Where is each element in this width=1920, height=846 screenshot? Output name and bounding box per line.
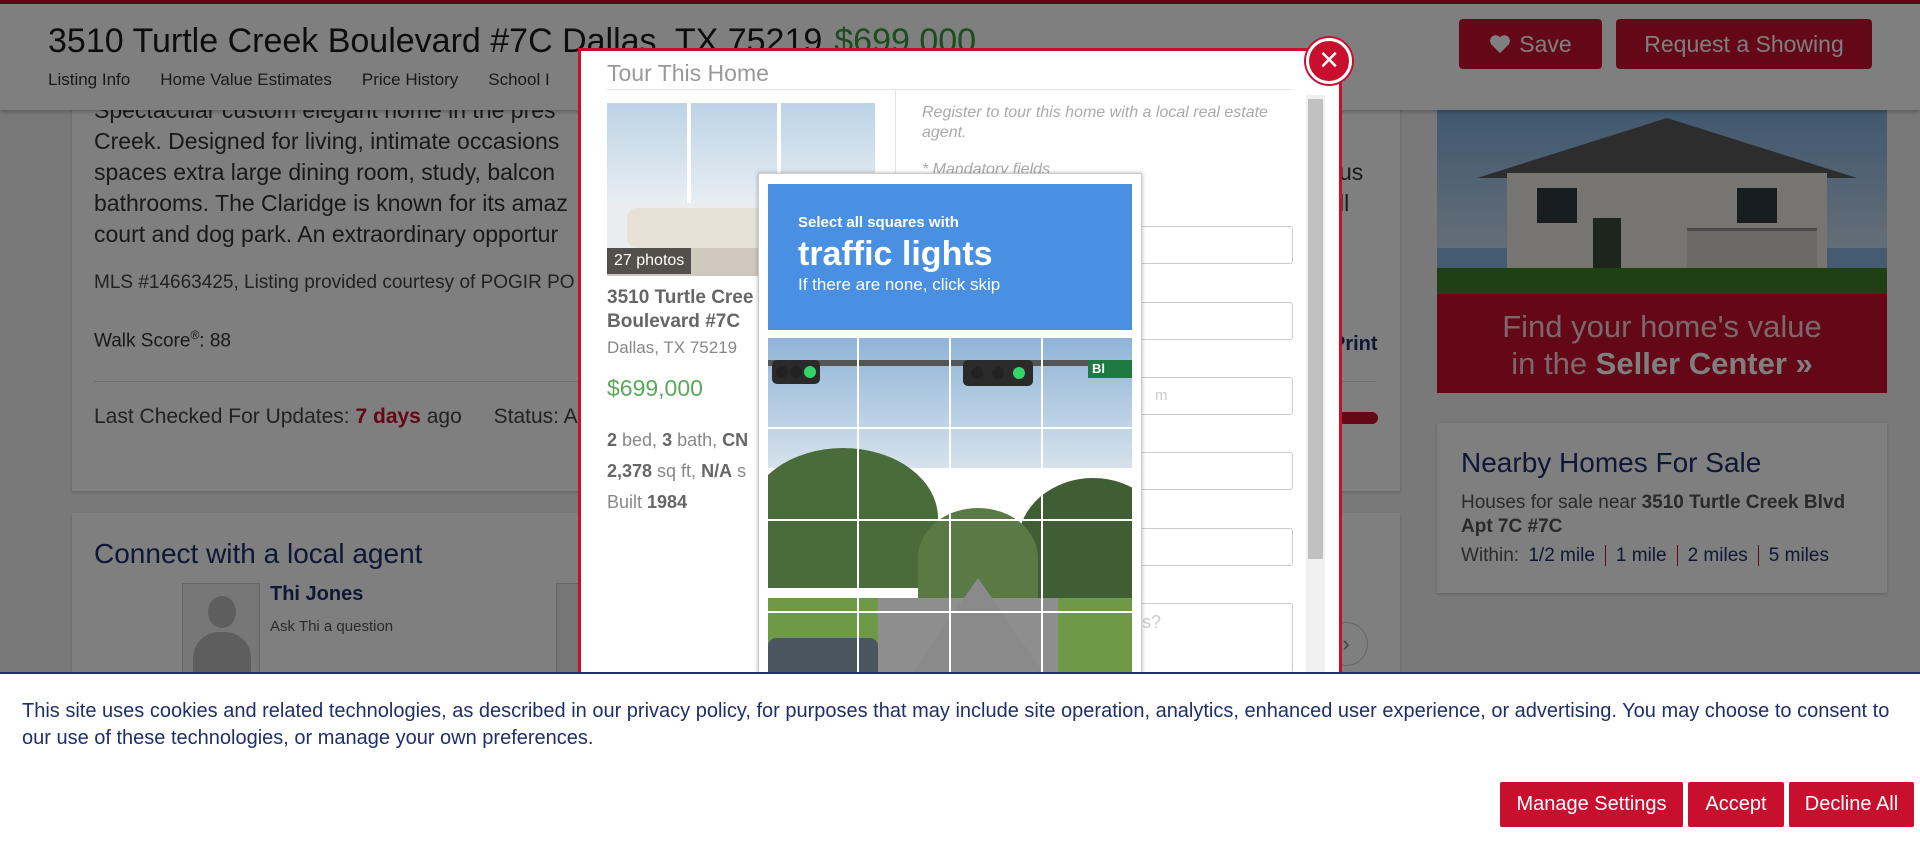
captcha-image-grid[interactable]: Bl [768,338,1132,672]
photos-count-badge[interactable]: 27 photos [607,248,692,274]
decline-all-button[interactable]: Decline All [1789,782,1914,827]
captcha-skip-hint: If there are none, click skip [798,275,1001,294]
cookie-banner: This site uses cookies and related techn… [0,672,1920,846]
modal-divider [607,89,1293,90]
captcha-tile[interactable] [951,338,1041,427]
captcha-tile[interactable] [1043,338,1132,427]
modal-title: Tour This Home [607,60,769,86]
accept-button[interactable]: Accept [1688,782,1784,827]
modal-listing-specs: 2 bed, 3 bath, CN 2,378 sq ft, N/A s Bui… [607,430,749,512]
cookie-message: This site uses cookies and related techn… [22,700,1890,749]
close-icon[interactable]: × [1306,38,1352,84]
captcha-target: traffic lights [798,235,993,273]
captcha-tile[interactable] [768,338,857,427]
register-text: Register to tour this home with a local … [922,104,1268,141]
manage-settings-button[interactable]: Manage Settings [1500,782,1683,827]
modal-listing-city: Dallas, TX 75219 [607,338,738,357]
modal-listing-price: $699,000 [607,375,703,401]
modal-listing-address: 3510 Turtle Cree Boulevard #7C [607,287,754,332]
captcha-tile[interactable] [859,338,949,427]
modal-scrollbar[interactable] [1306,95,1325,675]
captcha-instruction-small: Select all squares with [798,214,959,231]
recaptcha-challenge: Select all squares with traffic lights I… [758,173,1142,673]
scrollbar-thumb[interactable] [1308,99,1323,559]
captcha-instructions: Select all squares with traffic lights I… [768,184,1132,330]
